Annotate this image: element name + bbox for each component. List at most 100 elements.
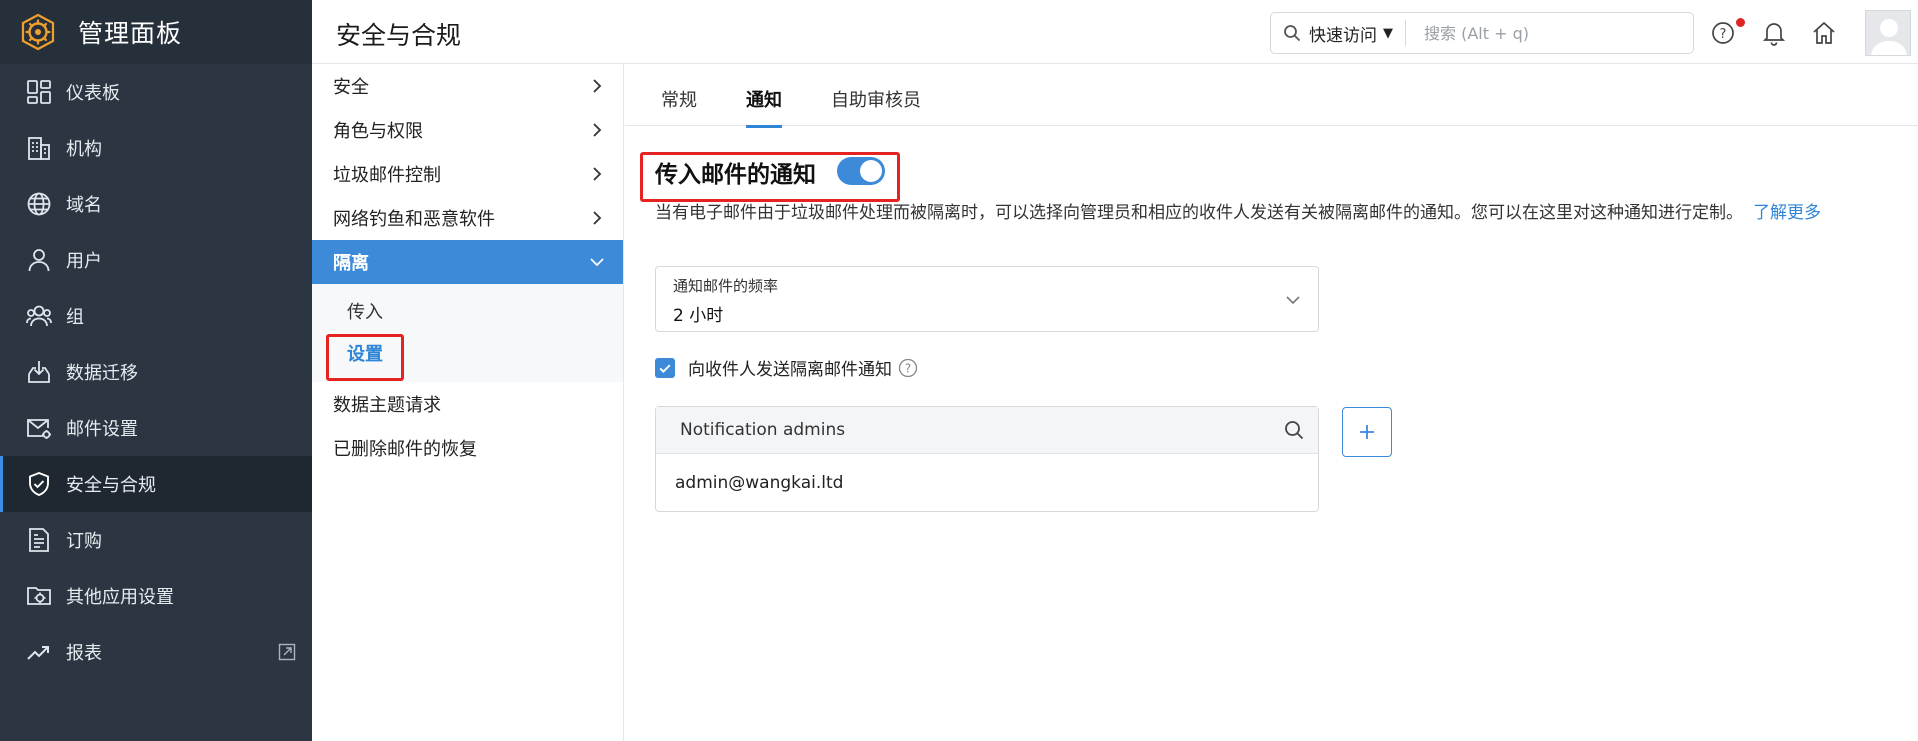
user-avatar[interactable]: [1865, 10, 1911, 56]
subnav-item-quarantine[interactable]: 隔离: [312, 240, 623, 284]
nav-item-label: 其他应用设置: [66, 587, 174, 608]
caret-down-icon: ▼: [1383, 25, 1393, 41]
recipient-notify-row: 向收件人发送隔离邮件通知 ?: [655, 355, 918, 380]
tab-general[interactable]: 常规: [661, 86, 697, 128]
subnav-child-incoming[interactable]: 传入: [312, 290, 623, 332]
bell-icon[interactable]: [1761, 20, 1787, 46]
group-icon: [26, 303, 52, 329]
nav-item-groups[interactable]: 组: [0, 288, 312, 344]
svg-text:?: ?: [1720, 27, 1727, 42]
nav-item-label: 机构: [66, 139, 102, 160]
nav-item-label: 邮件设置: [66, 419, 138, 440]
tab-bar: 常规 通知 自助审核员: [625, 64, 1918, 128]
frequency-value: 2 小时: [673, 306, 724, 326]
search-icon: [1284, 25, 1301, 42]
nav-item-other-app-settings[interactable]: 其他应用设置: [0, 568, 312, 624]
subnav-item-label: 网络钓鱼和恶意软件: [333, 209, 495, 230]
tab-notifications[interactable]: 通知: [746, 86, 782, 128]
frequency-label: 通知邮件的频率: [673, 277, 779, 295]
building-icon: [26, 135, 52, 161]
nav-item-label: 订购: [66, 531, 102, 552]
nav-item-label: 域名: [66, 195, 102, 216]
admin-gear-logo-icon: [18, 12, 58, 52]
nav-item-subscription[interactable]: 订购: [0, 512, 312, 568]
subnav-item-spam-control[interactable]: 垃圾邮件控制: [312, 152, 623, 196]
nav-item-label: 仪表板: [66, 83, 120, 104]
chevron-right-icon: [593, 79, 602, 93]
description-text: 当有电子邮件由于垃圾邮件处理而被隔离时，可以选择向管理员和相应的收件人发送有关被…: [655, 203, 1743, 223]
checkmark-icon: [659, 364, 671, 373]
external-link-icon[interactable]: [278, 643, 296, 661]
nav-item-label: 安全与合规: [66, 475, 156, 496]
nav-item-label: 组: [66, 307, 84, 328]
brand[interactable]: 管理面板: [0, 0, 312, 64]
plus-icon: [1360, 425, 1374, 439]
nav-item-domains[interactable]: 域名: [0, 176, 312, 232]
help-icon[interactable]: ?: [1710, 20, 1736, 46]
page-title: 安全与合规: [336, 21, 462, 50]
subnav-item-phishing-malware[interactable]: 网络钓鱼和恶意软件: [312, 196, 623, 240]
subnav-item-security[interactable]: 安全: [312, 64, 623, 108]
notification-frequency-select[interactable]: 通知邮件的频率 2 小时: [655, 266, 1319, 332]
nav-item-security-compliance[interactable]: 安全与合规: [0, 456, 312, 512]
annotation-highlight-settings: [326, 334, 404, 381]
admin-list-item: admin@wangkai.ltd: [675, 473, 844, 493]
nav-item-users[interactable]: 用户: [0, 232, 312, 288]
subnav-item-data-subject-request[interactable]: 数据主题请求: [312, 382, 623, 426]
chevron-down-icon: [1286, 296, 1300, 305]
tab-self-moderator[interactable]: 自助审核员: [831, 86, 921, 128]
search-icon[interactable]: [1284, 420, 1304, 440]
subnav-item-label: 安全: [333, 77, 369, 98]
download-tray-icon: [26, 359, 52, 385]
search-bar: 快速访问 ▼: [1270, 12, 1694, 54]
learn-more-link[interactable]: 了解更多: [1753, 203, 1821, 223]
section-subnav: 安全 角色与权限 垃圾邮件控制 网络钓鱼和恶意软件 隔离 传入 设置 数据主题请…: [312, 64, 624, 741]
search-input[interactable]: [1424, 23, 1684, 43]
dashboard-icon: [26, 79, 52, 105]
add-admin-button[interactable]: [1342, 407, 1392, 457]
home-icon[interactable]: [1811, 20, 1837, 46]
admins-panel-header: Notification admins: [656, 407, 1318, 454]
chevron-right-icon: [593, 123, 602, 137]
trend-icon: [26, 639, 52, 665]
notification-admins-panel: Notification admins admin@wangkai.ltd: [655, 406, 1319, 512]
nav-item-mail-settings[interactable]: 邮件设置: [0, 400, 312, 456]
sidebar: 管理面板 仪表板 机构 域名 用户 组 数据迁移 邮件设置 安全与合规 订购 其…: [0, 0, 312, 741]
main-nav: 仪表板 机构 域名 用户 组 数据迁移 邮件设置 安全与合规 订购 其他应用设置…: [0, 64, 312, 680]
invoice-icon: [26, 527, 52, 553]
nav-item-label: 报表: [66, 643, 102, 664]
top-header: 安全与合规 快速访问 ▼ ?: [312, 0, 1918, 64]
nav-item-label: 用户: [66, 251, 102, 272]
quick-access-label: 快速访问: [1309, 25, 1377, 46]
user-icon: [26, 247, 52, 273]
nav-item-label: 数据迁移: [66, 363, 138, 384]
subnav-item-roles[interactable]: 角色与权限: [312, 108, 623, 152]
subnav-item-label: 垃圾邮件控制: [333, 165, 441, 186]
svg-text:?: ?: [905, 361, 911, 375]
section-description: 当有电子邮件由于垃圾邮件处理而被隔离时，可以选择向管理员和相应的收件人发送有关被…: [655, 198, 1821, 223]
nav-item-reports[interactable]: 报表: [0, 624, 312, 680]
help-circle-icon[interactable]: ?: [898, 358, 918, 378]
app-title: 管理面板: [78, 19, 183, 48]
notification-dot: [1736, 18, 1745, 27]
chevron-right-icon: [593, 211, 602, 225]
apps-settings-icon: [26, 583, 52, 609]
chevron-right-icon: [593, 167, 602, 181]
nav-item-dashboard[interactable]: 仪表板: [0, 64, 312, 120]
mail-settings-icon: [26, 415, 52, 441]
globe-icon: [26, 191, 52, 217]
recipient-notify-checkbox[interactable]: [655, 357, 675, 378]
subnav-item-label: 数据主题请求: [333, 395, 441, 416]
nav-item-migration[interactable]: 数据迁移: [0, 344, 312, 400]
subnav-item-label: 角色与权限: [333, 121, 423, 142]
quick-access-dropdown[interactable]: 快速访问 ▼: [1271, 20, 1406, 46]
annotation-highlight-title: [640, 152, 900, 202]
main-content: 常规 通知 自助审核员 传入邮件的通知 当有电子邮件由于垃圾邮件处理而被隔离时，…: [625, 64, 1918, 741]
nav-item-organization[interactable]: 机构: [0, 120, 312, 176]
admins-panel-title: Notification admins: [680, 420, 846, 440]
shield-icon: [26, 471, 52, 497]
chevron-down-icon: [590, 258, 604, 267]
subnav-item-label: 已删除邮件的恢复: [333, 439, 477, 460]
subnav-item-label: 隔离: [333, 253, 369, 274]
subnav-item-deleted-mail-recovery[interactable]: 已删除邮件的恢复: [312, 426, 623, 470]
